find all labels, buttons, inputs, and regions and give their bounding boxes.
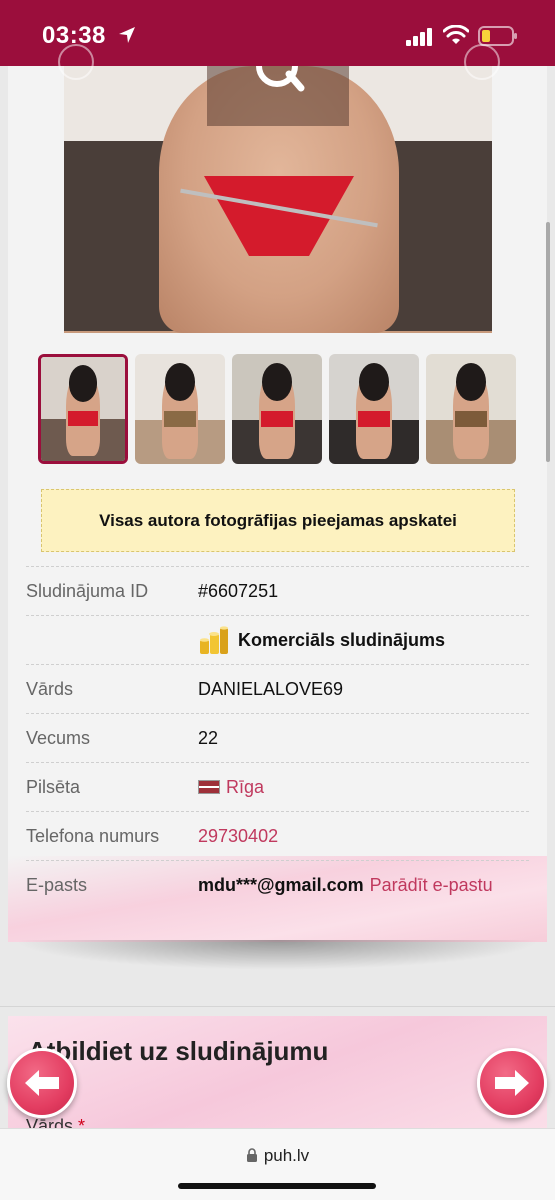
phone-link[interactable]: 29730402 — [198, 826, 278, 847]
reply-title: Atbildiet uz sludinājumu — [28, 1036, 329, 1066]
zoom-icon[interactable] — [251, 66, 305, 92]
detail-label: Vārds — [26, 678, 74, 699]
phone-value: 29730402 — [198, 826, 278, 847]
city-value: Rīga — [198, 777, 264, 798]
detail-row-commercial: Komerciāls sludinājums — [26, 615, 529, 664]
detail-row-phone: Telefona numurs 29730402 — [26, 811, 529, 860]
detail-label: Pilsēta — [26, 776, 81, 797]
thumbnail-1[interactable] — [38, 354, 128, 464]
thumbnail-2[interactable] — [135, 354, 225, 464]
detail-label: E-pasts — [26, 874, 88, 895]
thumbnail-strip — [38, 354, 518, 464]
detail-label: Sludinājuma ID — [26, 580, 149, 601]
thumbnail-3[interactable] — [232, 354, 322, 464]
detail-value: DANIELALOVE69 — [198, 678, 344, 699]
browser-bottom-bar: puh.lv — [0, 1128, 555, 1200]
detail-row-name: Vārds DANIELALOVE69 — [26, 664, 529, 713]
detail-value: 22 — [198, 727, 219, 748]
listing-card: Visas autora fotogrāfijas pieejamas apsk… — [8, 44, 547, 942]
lock-icon — [246, 1148, 257, 1162]
divider — [0, 1006, 555, 1007]
arrow-left-icon — [25, 1070, 59, 1096]
detail-row-id: Sludinājuma ID #6607251 — [26, 566, 529, 615]
detail-row-age: Vecums 22 — [26, 713, 529, 762]
commercial-badge: Komerciāls sludinājums — [198, 624, 445, 656]
main-photo[interactable] — [64, 66, 492, 333]
gallery-next-icon[interactable] — [464, 44, 500, 80]
scrollbar[interactable] — [546, 222, 550, 462]
detail-value: #6607251 — [198, 580, 279, 601]
card-shadow — [14, 940, 541, 970]
coins-icon — [200, 626, 228, 654]
detail-label: Telefona numurs — [26, 825, 160, 846]
detail-label: Vecums — [26, 727, 91, 748]
address-bar[interactable]: puh.lv — [0, 1146, 555, 1166]
commercial-label: Komerciāls sludinājums — [238, 629, 446, 650]
home-indicator[interactable] — [178, 1183, 376, 1189]
next-listing-button[interactable] — [477, 1048, 547, 1118]
thumbnail-4[interactable] — [329, 354, 419, 464]
detail-row-email: E-pasts mdu***@gmail.com Parādīt e-pastu — [26, 860, 529, 909]
previous-listing-button[interactable] — [7, 1048, 77, 1118]
photos-notice: Visas autora fotogrāfijas pieejamas apsk… — [41, 489, 515, 552]
reply-section: Atbildiet uz sludinājumu Vārds * — [8, 1016, 547, 1136]
wifi-icon — [443, 25, 469, 44]
cellular-signal-icon — [406, 28, 432, 46]
url-text: puh.lv — [263, 1146, 310, 1165]
location-arrow-icon — [119, 27, 135, 43]
details-table: Sludinājuma ID #6607251 Komerciāls sludi… — [26, 566, 529, 909]
masked-email: mdu***@gmail.com — [198, 874, 364, 895]
email-value: mdu***@gmail.com Parādīt e-pastu — [198, 875, 493, 896]
detail-row-city: Pilsēta Rīga — [26, 762, 529, 811]
thumbnail-5[interactable] — [426, 354, 516, 464]
latvia-flag-icon — [198, 780, 220, 794]
gallery-prev-icon[interactable] — [58, 44, 94, 80]
arrow-right-icon — [495, 1070, 529, 1096]
city-link[interactable]: Rīga — [226, 777, 264, 798]
show-email-link[interactable]: Parādīt e-pastu — [370, 875, 493, 896]
